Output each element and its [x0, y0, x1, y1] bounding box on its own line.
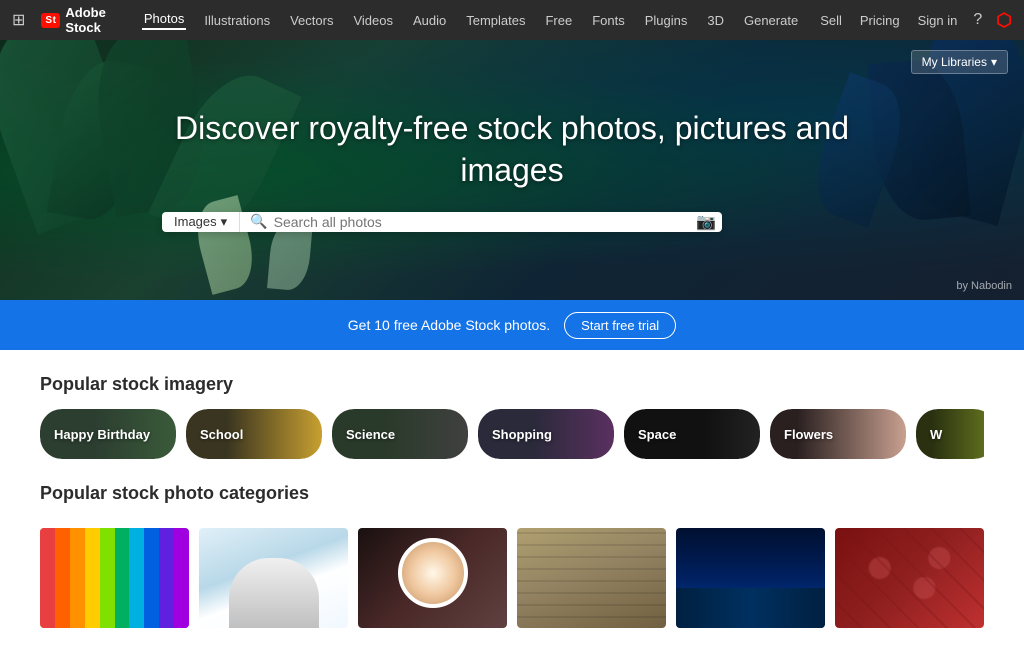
nav-generate[interactable]: Generate: [742, 13, 800, 28]
nav-plugins[interactable]: Plugins: [643, 13, 690, 28]
chip-flowers[interactable]: Flowers: [770, 409, 906, 459]
stripe-blue: [144, 528, 159, 628]
stripe-violet: [174, 528, 189, 628]
stripe-lime: [100, 528, 115, 628]
thumb-5-overlay: [835, 528, 984, 628]
chip-label: School: [186, 427, 243, 442]
category-thumb-5[interactable]: [835, 528, 984, 628]
category-thumb-0[interactable]: [40, 528, 189, 628]
chip-space[interactable]: Space: [624, 409, 760, 459]
brand-name: Adobe Stock: [65, 5, 125, 35]
search-bar: Images ▾ 🔍 📷: [162, 212, 722, 232]
camera-search-icon[interactable]: 📷: [696, 212, 722, 232]
photo-credit: by Nabodin: [956, 280, 1012, 292]
my-libraries-label: My Libraries: [922, 55, 987, 69]
chip-label: Happy Birthday: [40, 427, 150, 442]
nav-left: ⊞ St Adobe Stock Photos Illustrations Ve…: [12, 5, 800, 35]
adobe-icon[interactable]: ⬡: [996, 10, 1012, 31]
nav-photos[interactable]: Photos: [142, 11, 186, 30]
category-thumb-4[interactable]: [676, 528, 825, 628]
search-input-wrap: 🔍: [240, 212, 696, 232]
main-content: Popular stock imagery Happy Birthday Sch…: [0, 350, 1024, 648]
nav-illustrations[interactable]: Illustrations: [202, 13, 272, 28]
thumb-4-water: [676, 588, 825, 628]
search-input[interactable]: [274, 214, 686, 230]
nav-templates[interactable]: Templates: [464, 13, 527, 28]
stripe-red: [40, 528, 55, 628]
categories-row: [40, 528, 984, 628]
thumb-1-shape: [229, 558, 319, 628]
nav-free[interactable]: Free: [543, 13, 574, 28]
popular-categories-title: Popular stock photo categories: [40, 459, 984, 518]
category-thumb-3[interactable]: [517, 528, 666, 628]
popular-imagery-title: Popular stock imagery: [40, 350, 984, 409]
category-thumb-2[interactable]: [358, 528, 507, 628]
grid-icon[interactable]: ⊞: [12, 10, 25, 30]
nav-pricing[interactable]: Pricing: [858, 13, 902, 28]
nav-signin[interactable]: Sign in: [916, 13, 960, 28]
stripe-orange-red: [55, 528, 70, 628]
hero-content: Discover royalty-free stock photos, pict…: [142, 108, 882, 231]
stripe-yellow: [85, 528, 100, 628]
category-thumb-1[interactable]: [199, 528, 348, 628]
thumb-3-texture: [517, 528, 666, 628]
chip-label: W: [916, 427, 942, 442]
chip-label: Science: [332, 427, 395, 442]
stripe-purple: [159, 528, 174, 628]
chevron-down-icon: ▾: [221, 214, 228, 230]
hero-title: Discover royalty-free stock photos, pict…: [162, 108, 862, 191]
chip-label: Shopping: [478, 427, 552, 442]
chip-label: Flowers: [770, 427, 833, 442]
brand-badge: St: [41, 13, 60, 28]
hero-section: My Libraries ▾ Discover royalty-free sto…: [0, 40, 1024, 300]
search-type-label: Images: [174, 214, 217, 229]
thumb-2-face: [398, 538, 468, 608]
search-type-selector[interactable]: Images ▾: [162, 212, 240, 232]
popular-imagery-row: Happy Birthday School Science Shopping S…: [40, 409, 984, 459]
help-icon[interactable]: ?: [973, 11, 982, 29]
nav-right: Sell Pricing Sign in ? ⬡: [818, 10, 1012, 31]
nav-3d[interactable]: 3D: [705, 13, 726, 28]
start-free-trial-button[interactable]: Start free trial: [564, 312, 676, 339]
chip-school[interactable]: School: [186, 409, 322, 459]
banner-text: Get 10 free Adobe Stock photos.: [348, 317, 550, 333]
stripe-orange: [70, 528, 85, 628]
free-trial-banner: Get 10 free Adobe Stock photos. Start fr…: [0, 300, 1024, 350]
chip-label: Space: [624, 427, 676, 442]
nav-sell[interactable]: Sell: [818, 13, 844, 28]
nav-videos[interactable]: Videos: [351, 13, 395, 28]
chip-shopping[interactable]: Shopping: [478, 409, 614, 459]
nav-fonts[interactable]: Fonts: [590, 13, 627, 28]
nav-vectors[interactable]: Vectors: [288, 13, 335, 28]
stripes-decoration: [40, 528, 189, 628]
my-libraries-button[interactable]: My Libraries ▾: [911, 50, 1008, 74]
chip-next[interactable]: W: [916, 409, 984, 459]
search-icon: 🔍: [250, 213, 267, 230]
brand-logo[interactable]: St Adobe Stock: [41, 5, 125, 35]
chevron-down-icon: ▾: [991, 55, 997, 69]
top-navigation: ⊞ St Adobe Stock Photos Illustrations Ve…: [0, 0, 1024, 40]
stripe-green: [115, 528, 130, 628]
stripe-cyan: [129, 528, 144, 628]
chip-happy-birthday[interactable]: Happy Birthday: [40, 409, 176, 459]
chip-science[interactable]: Science: [332, 409, 468, 459]
nav-audio[interactable]: Audio: [411, 13, 448, 28]
